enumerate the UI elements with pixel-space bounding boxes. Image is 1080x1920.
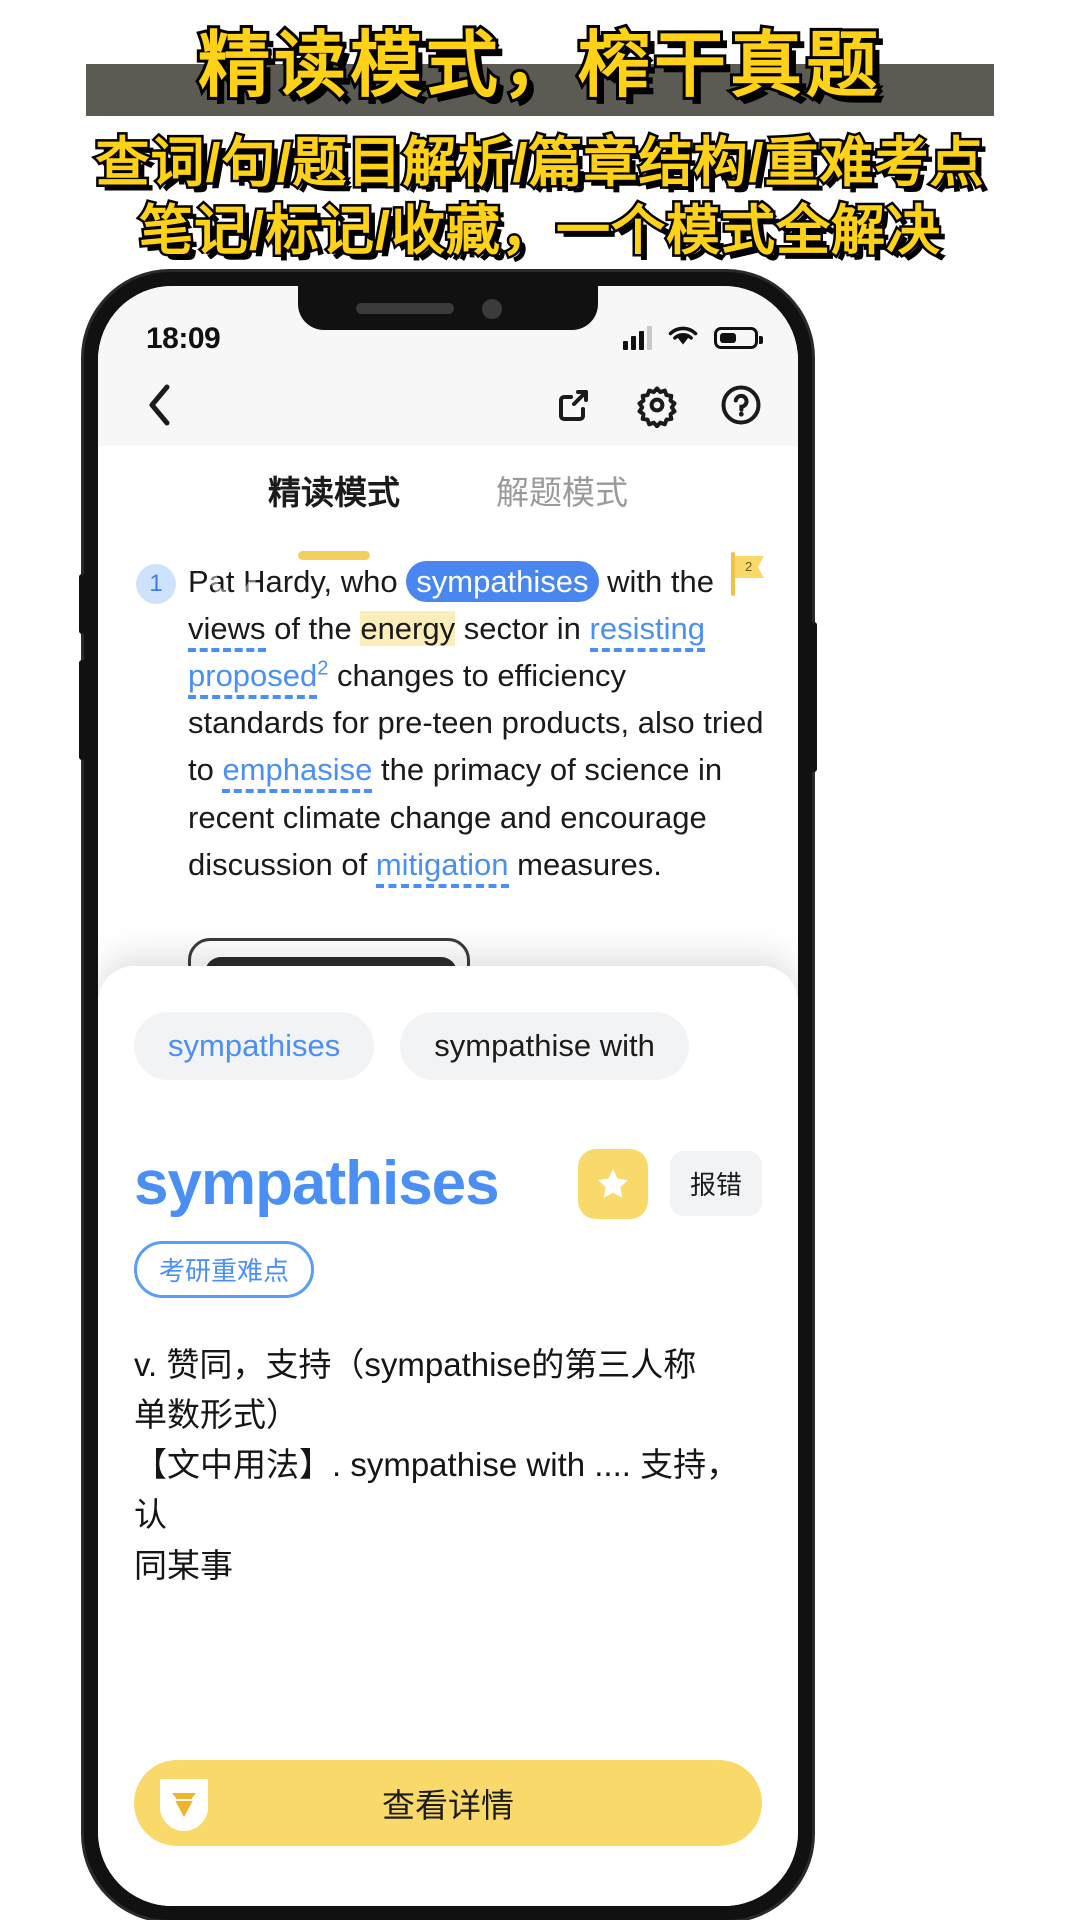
view-details-label: 查看详情 (382, 1787, 514, 1824)
star-icon (597, 1168, 628, 1198)
report-error-button[interactable]: 报错 (669, 1151, 762, 1216)
article-text-line2-mid: sector in (455, 611, 590, 647)
tab-label: 精读模式 (268, 474, 400, 511)
definition-line-1: v. 赞同，支持（sympathise的第三人称 (134, 1346, 697, 1383)
tap-ripple (210, 554, 256, 600)
article-text-line4-post: the primacy (372, 752, 542, 788)
tab-problem-solving[interactable]: 解题模式 (496, 466, 628, 544)
article-highlight-energy[interactable]: energy (360, 611, 456, 647)
paragraph-number: 1 (136, 564, 176, 604)
article-link-emphasise[interactable]: emphasise (222, 752, 373, 794)
definition-line-2: 单数形式） (134, 1396, 299, 1434)
dictionary-sheet: sympathises sympathise with sympathises … (98, 966, 798, 1906)
paragraph-1[interactable]: 1 Pat Hardy, who sympathises with the vi… (132, 552, 764, 888)
front-camera (482, 299, 502, 319)
app-navbar (98, 364, 798, 446)
gear-icon[interactable] (630, 378, 684, 432)
dictionary-word-row: sympathises 报错 (134, 1148, 762, 1219)
favorite-star-button[interactable] (577, 1148, 648, 1219)
article-link-mitigation[interactable]: mitigation (375, 846, 509, 888)
chip-sympathises[interactable]: sympathises (134, 1012, 375, 1080)
view-details-button[interactable]: 查看详情 (134, 1760, 762, 1846)
article-superscript-2: 2 (317, 657, 329, 680)
phone-notch (298, 286, 598, 330)
phone-power-button (811, 622, 817, 772)
phone-side-button (79, 660, 85, 760)
cellular-signal-icon (623, 325, 652, 350)
gem-icon (154, 1773, 214, 1833)
phone-side-button (79, 574, 85, 634)
article-text-line1-post: with the (598, 564, 714, 599)
article-text-line6-post: measures. (508, 846, 662, 882)
article-body: 1 Pat Hardy, who sympathises with the vi… (98, 552, 798, 1317)
phone-screen: 18:09 精读模式 解题模式 1 Pat Hardy, who sympath… (98, 286, 798, 1906)
back-button[interactable] (134, 380, 184, 430)
definition-line-4: 同某事 (134, 1546, 233, 1584)
share-external-icon[interactable] (546, 378, 600, 432)
definition-line-3: 【文中用法】. sympathise with .... 支持，认 (134, 1446, 740, 1534)
phone-mockup: 18:09 精读模式 解题模式 1 Pat Hardy, who sympath… (79, 272, 817, 1920)
dictionary-definitions: v. 赞同，支持（sympathise的第三人称 单数形式） 【文中用法】. s… (134, 1340, 762, 1591)
promo-title: 精读模式，榨干真题 (195, 23, 882, 109)
promo-subtitle-2: 笔记/标记/收藏，一个模式全解决 (136, 199, 942, 264)
article-highlight-views[interactable]: views (188, 611, 266, 653)
wifi-icon (666, 322, 700, 353)
mode-tabs: 精读模式 解题模式 (98, 446, 798, 560)
status-badge: 考研重难点 (134, 1241, 315, 1298)
battery-icon (714, 326, 763, 349)
bookmark-flag-icon[interactable]: 2 (728, 552, 768, 596)
selected-word-sympathises[interactable]: sympathises (406, 561, 599, 602)
dictionary-word-title: sympathises (134, 1149, 500, 1218)
status-time: 18:09 (146, 322, 221, 355)
status-indicators (623, 322, 763, 353)
svg-text:2: 2 (745, 559, 752, 574)
promo-header: 精读模式，榨干真题 查词/句/题目解析/篇章结构/重难考点 笔记/标记/收藏，一… (0, 0, 1080, 264)
navbar-actions (546, 378, 768, 432)
question-circle-icon[interactable] (714, 378, 768, 432)
tab-label: 解题模式 (496, 474, 628, 511)
chip-sympathise-with[interactable]: sympathise with (400, 1012, 689, 1080)
article-text-line2-pre: of the (274, 611, 361, 647)
tab-intensive-reading[interactable]: 精读模式 (268, 466, 400, 560)
speaker-grille (356, 303, 454, 314)
dictionary-chips: sympathises sympathise with (134, 1012, 762, 1080)
